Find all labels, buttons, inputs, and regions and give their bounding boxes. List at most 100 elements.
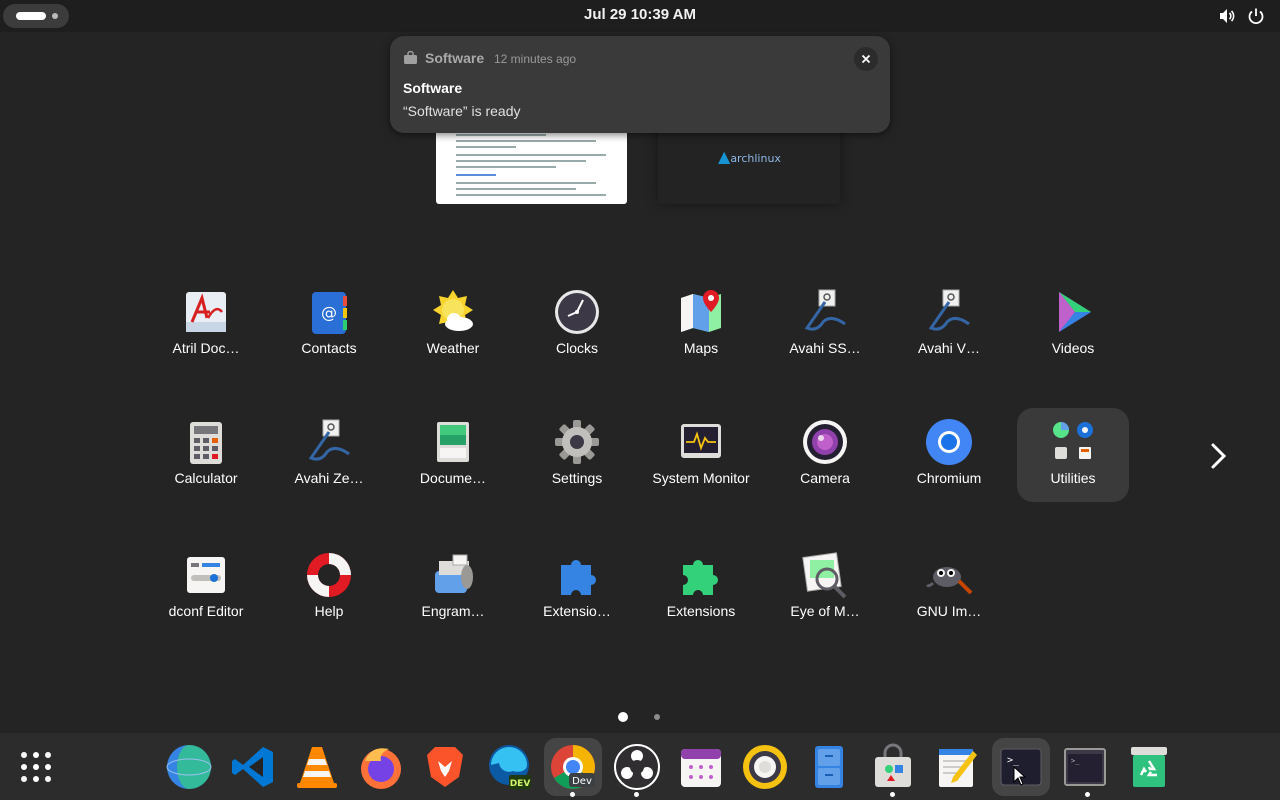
dock-chrome-dev[interactable]: Dev <box>544 738 602 796</box>
dock-firefox[interactable] <box>352 738 410 796</box>
image-viewer-icon <box>802 552 847 599</box>
app-label: Avahi V… <box>918 340 980 356</box>
app-avahi-zeroconf[interactable]: Avahi Ze… <box>273 408 385 508</box>
edge-dev-icon: DEV <box>489 745 531 789</box>
notification-banner[interactable]: Software 12 minutes ago Software “Softwa… <box>390 36 890 133</box>
text-editor-icon <box>939 749 977 787</box>
dock-files[interactable] <box>800 738 858 796</box>
app-extensions[interactable]: Extensions <box>645 541 757 641</box>
power-icon[interactable] <box>1246 6 1266 26</box>
dock-edge-dev[interactable]: DEV <box>480 738 538 796</box>
terminal-icon: >_ <box>1064 748 1106 786</box>
app-help[interactable]: Help <box>273 541 385 641</box>
app-engrampa[interactable]: Engram… <box>397 541 509 641</box>
avahi-icon <box>804 289 846 331</box>
software-app-icon <box>404 51 417 64</box>
dock-vlc[interactable] <box>288 738 346 796</box>
dock-calendar[interactable] <box>672 738 730 796</box>
show-apps-button[interactable] <box>7 738 65 796</box>
app-label: Maps <box>683 340 719 356</box>
file-cabinet-icon <box>815 746 843 788</box>
notification-time: 12 minutes ago <box>494 52 577 66</box>
dock-rhythmbox[interactable] <box>736 738 794 796</box>
close-icon <box>861 54 871 64</box>
app-label: GNU Im… <box>916 603 982 619</box>
mouse-cursor-icon <box>1013 766 1027 786</box>
engrampa-icon <box>435 554 473 593</box>
dock-software[interactable] <box>864 738 922 796</box>
clocks-icon <box>555 290 599 334</box>
recycle-bin-icon <box>1131 747 1167 787</box>
app-label: Camera <box>800 470 850 486</box>
activities-button[interactable] <box>3 4 69 28</box>
document-scanner-icon <box>437 422 469 462</box>
dock-trash[interactable] <box>1120 738 1178 796</box>
speaker-icon <box>743 745 787 789</box>
next-page-arrow-icon[interactable] <box>1204 440 1232 472</box>
app-maps[interactable]: Maps <box>645 278 757 378</box>
videos-icon <box>1059 292 1091 332</box>
dock-text-editor[interactable] <box>928 738 986 796</box>
dconf-editor-icon <box>187 557 225 593</box>
app-label: Contacts <box>301 340 357 356</box>
workspace-indicator-active <box>16 12 46 20</box>
app-gimp[interactable]: GNU Im… <box>893 541 1005 641</box>
app-clocks[interactable]: Clocks <box>521 278 633 378</box>
app-eye-of-mate[interactable]: Eye of M… <box>769 541 881 641</box>
chrome-dev-icon: Dev <box>551 745 595 789</box>
running-indicator <box>1085 792 1090 797</box>
gear-icon <box>555 420 599 464</box>
app-label: dconf Editor <box>168 603 244 619</box>
dock-obs[interactable] <box>608 738 666 796</box>
vlc-icon <box>297 747 337 788</box>
running-indicator <box>890 792 895 797</box>
maps-icon <box>681 290 721 332</box>
workspace-indicator <box>52 13 58 19</box>
app-folder-utilities[interactable]: Utilities <box>1017 408 1129 502</box>
app-label: Eye of M… <box>790 603 860 619</box>
top-bar: Jul 29 10:39 AM <box>0 0 1280 32</box>
app-label: Atril Doc… <box>172 340 240 356</box>
volume-icon[interactable] <box>1217 6 1237 26</box>
app-camera[interactable]: Camera <box>769 408 881 508</box>
app-avahi-vnc[interactable]: Avahi V… <box>893 278 1005 378</box>
page-indicator-1[interactable] <box>618 712 628 722</box>
app-label: Help <box>314 603 344 619</box>
app-document-scanner[interactable]: Docume… <box>397 408 509 508</box>
svg-text:DEV: DEV <box>510 779 531 789</box>
dock-terminal[interactable]: >_ <box>1056 738 1114 796</box>
app-avahi-ssh[interactable]: Avahi SS… <box>769 278 881 378</box>
contacts-icon: @ <box>312 292 347 334</box>
chromium-icon <box>926 419 972 465</box>
clock[interactable]: Jul 29 10:39 AM <box>540 6 740 23</box>
app-label: Utilities <box>1050 470 1096 486</box>
app-label: Extensions <box>666 603 736 619</box>
app-label: Weather <box>426 340 480 356</box>
app-contacts[interactable]: @ Contacts <box>273 278 385 378</box>
page-indicator-2[interactable] <box>654 714 660 720</box>
dock-vscode[interactable] <box>224 738 282 796</box>
running-indicator <box>570 792 575 797</box>
dock-brave[interactable] <box>416 738 474 796</box>
app-weather[interactable]: Weather <box>397 278 509 378</box>
utilities-folder-icon <box>1053 422 1093 459</box>
app-label: Calculator <box>174 470 238 486</box>
app-system-monitor[interactable]: System Monitor <box>645 408 757 508</box>
notification-close-button[interactable] <box>854 47 878 71</box>
notification-title: Software <box>403 80 463 96</box>
app-chromium[interactable]: Chromium <box>893 408 1005 508</box>
avahi-icon <box>928 289 970 331</box>
app-videos[interactable]: Videos <box>1017 278 1129 378</box>
puzzle-green-icon <box>683 560 718 595</box>
app-label: System Monitor <box>652 470 750 486</box>
dock-browser[interactable] <box>160 738 218 796</box>
app-atril-document-viewer[interactable]: Atril Doc… <box>150 278 262 378</box>
app-label: Videos <box>1051 340 1095 356</box>
app-dconf-editor[interactable]: dconf Editor <box>150 541 262 641</box>
software-bag-icon <box>875 743 911 787</box>
app-extension-manager[interactable]: Extensio… <box>521 541 633 641</box>
app-calculator[interactable]: Calculator <box>150 408 262 508</box>
app-settings[interactable]: Settings <box>521 408 633 508</box>
system-monitor-icon <box>681 424 721 458</box>
svg-text:>_: >_ <box>1007 755 1020 766</box>
